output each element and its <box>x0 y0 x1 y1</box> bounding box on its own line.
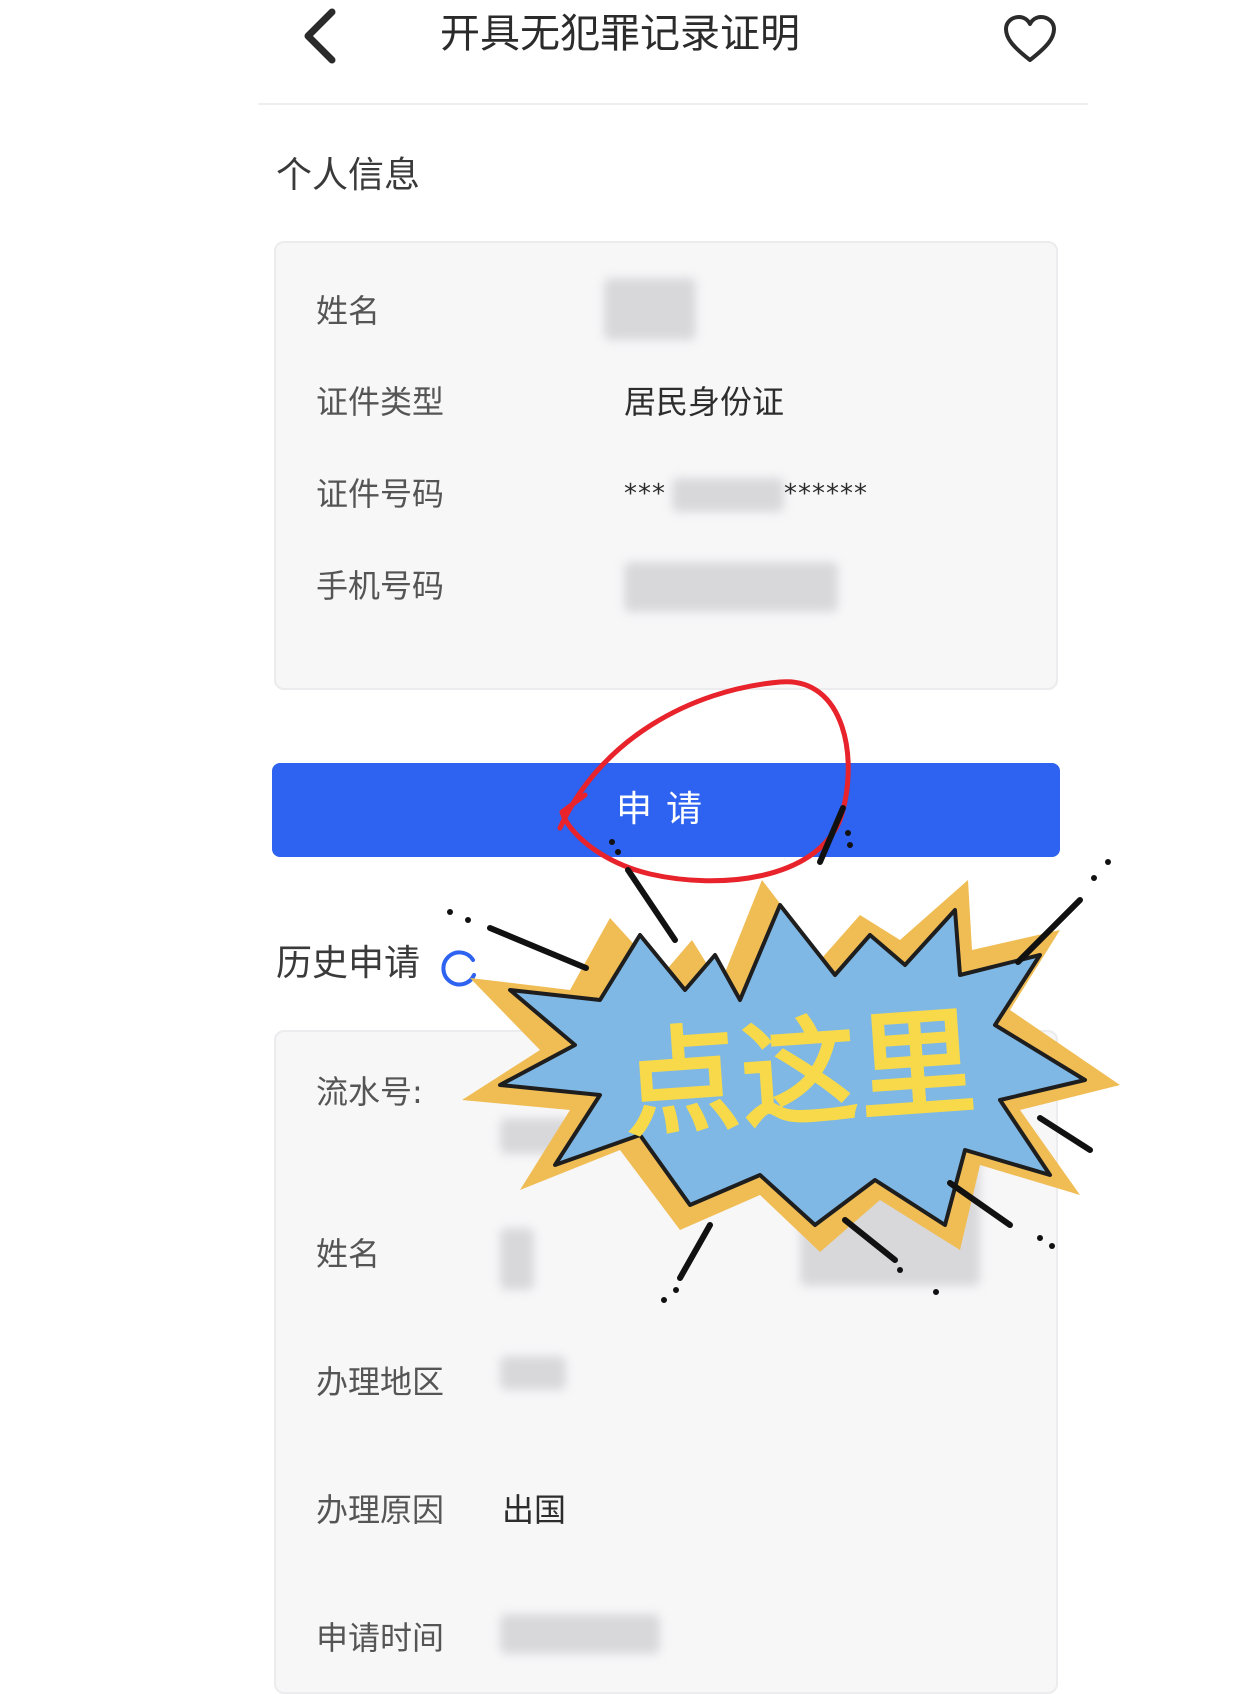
personal-info-heading: 个人信息 <box>276 155 421 196</box>
reason-label: 办理原因 <box>316 1491 445 1529</box>
callout-text: 点这里 <box>618 994 982 1155</box>
region-value-redacted <box>500 1356 566 1390</box>
id-number-prefix: *** <box>624 479 666 509</box>
id-type-value: 居民身份证 <box>624 383 785 421</box>
serial-number-redacted <box>500 1118 570 1154</box>
history-name-label: 姓名 <box>316 1235 381 1273</box>
heart-outline-icon[interactable] <box>1002 14 1058 64</box>
history-extra-redacted <box>800 1160 980 1286</box>
back-chevron-icon[interactable] <box>296 6 348 66</box>
phone-label: 手机号码 <box>316 567 445 605</box>
region-label: 办理地区 <box>316 1363 445 1401</box>
id-number-suffix: ****** <box>784 479 868 509</box>
id-type-label: 证件类型 <box>316 383 445 421</box>
apply-button[interactable]: 申请 <box>272 763 1060 857</box>
name-value-redacted <box>604 278 696 340</box>
apply-time-redacted <box>500 1614 660 1654</box>
header-divider <box>258 103 1088 105</box>
name-label: 姓名 <box>316 292 381 330</box>
refresh-icon[interactable] <box>440 948 480 988</box>
history-heading: 历史申请 <box>276 943 421 984</box>
id-number-label: 证件号码 <box>316 475 445 513</box>
reason-value: 出国 <box>502 1491 567 1529</box>
page-title: 开具无犯罪记录证明 <box>440 11 800 57</box>
serial-number-label: 流水号: <box>316 1073 423 1111</box>
apply-time-label: 申请时间 <box>316 1619 445 1657</box>
phone-value-redacted <box>624 562 838 612</box>
id-number-redacted <box>672 478 784 512</box>
history-name-redacted <box>500 1228 534 1290</box>
